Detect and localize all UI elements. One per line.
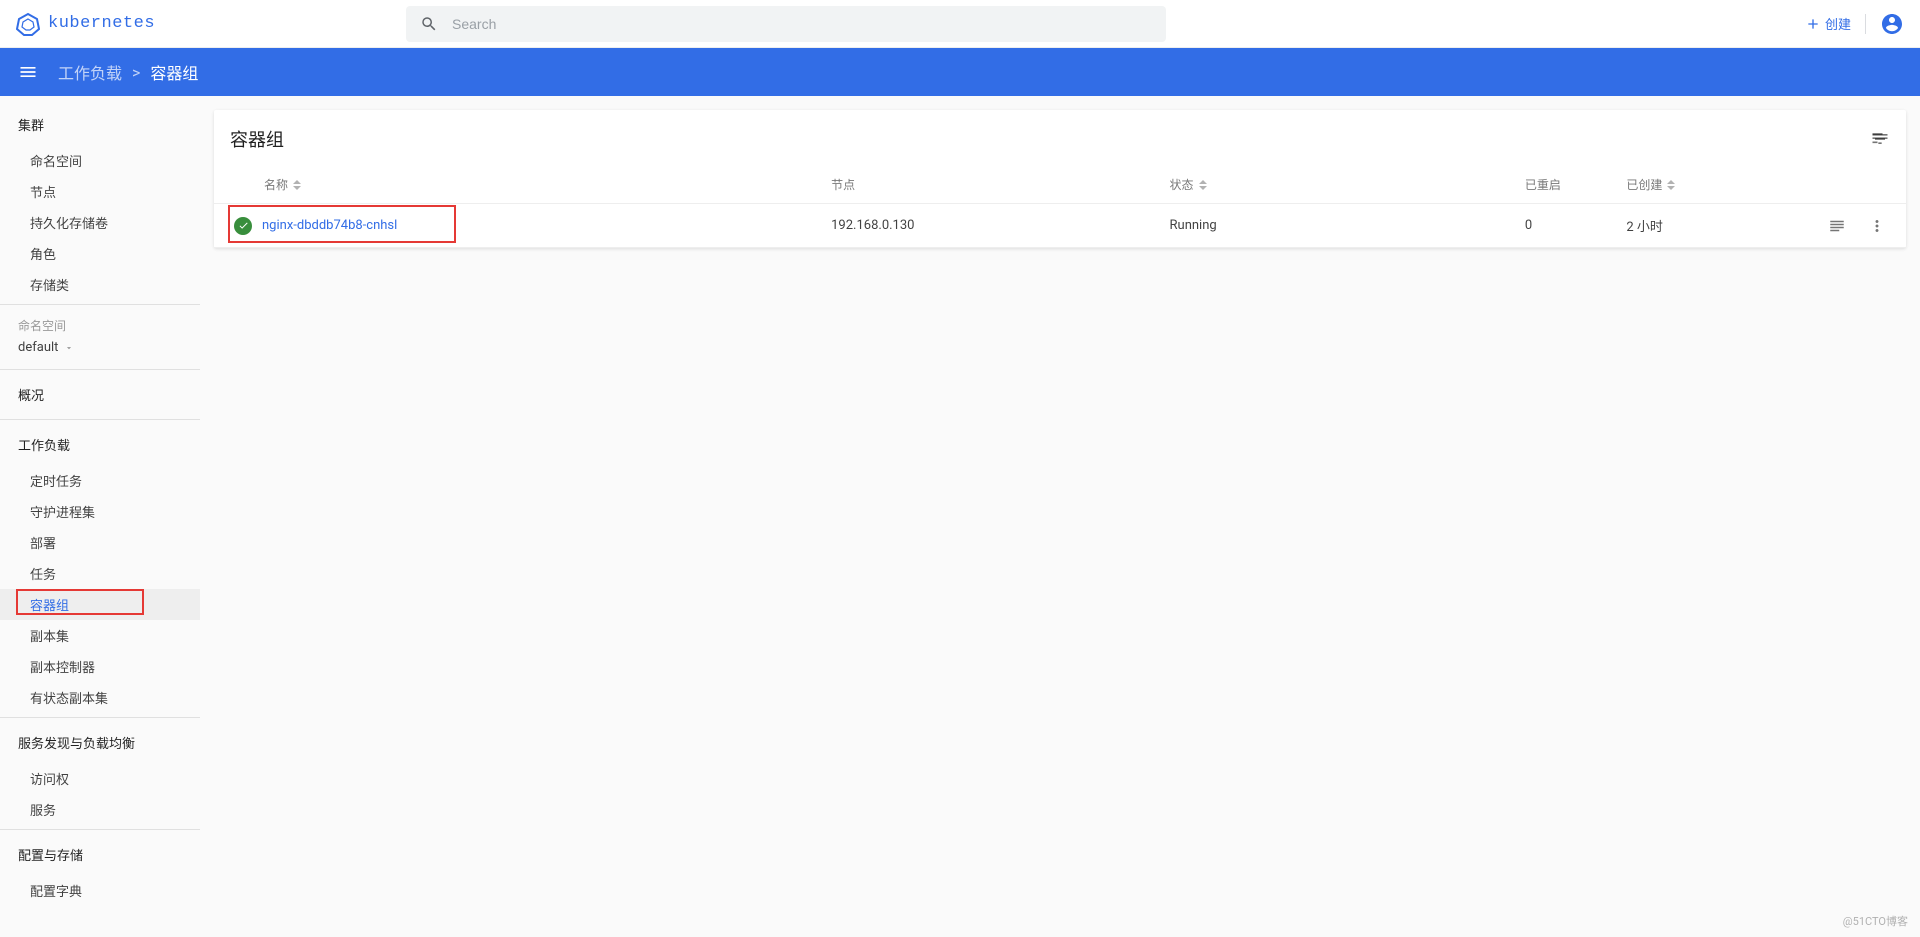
kubernetes-logo-icon	[16, 12, 40, 36]
breadcrumb-current: 容器组	[150, 60, 198, 84]
col-label: 已重启	[1525, 178, 1561, 192]
col-header-actions	[1771, 166, 1906, 204]
more-vert-icon[interactable]	[1868, 217, 1886, 235]
sidebar-item-jobs[interactable]: 任务	[0, 558, 200, 589]
col-header-created[interactable]: 已创建	[1618, 166, 1770, 204]
col-label: 节点	[831, 178, 855, 192]
col-label: 状态	[1170, 178, 1194, 192]
sidebar-divider	[0, 419, 200, 420]
cell-restarts: 0	[1517, 204, 1619, 248]
pods-table: 名称 节点 状态 已重启	[214, 166, 1906, 248]
sidebar-item-statefulsets[interactable]: 有状态副本集	[0, 682, 200, 713]
sidebar-section-overview[interactable]: 概况	[0, 374, 200, 415]
search-input[interactable]	[452, 16, 1152, 32]
sidebar: 集群 命名空间 节点 持久化存储卷 角色 存储类 命名空间 default 概况…	[0, 96, 200, 937]
row-name-cell: nginx-dbddb74b8-cnhsl	[222, 217, 815, 235]
namespace-label: 命名空间	[0, 309, 200, 334]
create-button[interactable]: 创建	[1805, 14, 1851, 33]
plus-icon	[1805, 16, 1821, 32]
sidebar-divider	[0, 369, 200, 370]
logo-text: kubernetes	[48, 14, 155, 33]
sidebar-item-roles[interactable]: 角色	[0, 238, 200, 269]
card-header: 容器组	[214, 110, 1906, 166]
sidebar-section-workloads[interactable]: 工作负载	[0, 424, 200, 465]
main-content: 容器组 名称 节点 状态	[200, 96, 1920, 937]
header-right: 创建	[1805, 12, 1904, 36]
sort-icon	[293, 179, 301, 193]
search-icon	[420, 15, 438, 33]
content-container: 集群 命名空间 节点 持久化存储卷 角色 存储类 命名空间 default 概况…	[0, 96, 1920, 937]
sidebar-divider	[0, 829, 200, 830]
sidebar-section-discovery[interactable]: 服务发现与负载均衡	[0, 722, 200, 763]
card-title: 容器组	[230, 126, 284, 152]
sidebar-item-namespaces[interactable]: 命名空间	[0, 145, 200, 176]
filter-icon[interactable]	[1870, 129, 1890, 149]
sidebar-item-storageclass[interactable]: 存储类	[0, 269, 200, 300]
sidebar-item-deployments[interactable]: 部署	[0, 527, 200, 558]
sort-icon	[1667, 179, 1675, 193]
col-label: 名称	[264, 178, 288, 192]
cell-status: Running	[1162, 204, 1517, 248]
logo-container[interactable]: kubernetes	[16, 12, 406, 36]
sidebar-item-ingress[interactable]: 访问权	[0, 763, 200, 794]
breadcrumb-parent[interactable]: 工作负载	[58, 60, 122, 84]
col-header-restarts[interactable]: 已重启	[1517, 166, 1619, 204]
sidebar-item-replicasets[interactable]: 副本集	[0, 620, 200, 651]
col-header-node[interactable]: 节点	[823, 166, 1161, 204]
sidebar-divider	[0, 304, 200, 305]
breadcrumb-bar: 工作负载 > 容器组	[0, 48, 1920, 96]
sidebar-item-configmaps[interactable]: 配置字典	[0, 875, 200, 906]
namespace-value: default	[18, 340, 58, 355]
sidebar-item-services[interactable]: 服务	[0, 794, 200, 825]
table-row[interactable]: nginx-dbddb74b8-cnhsl 192.168.0.130 Runn…	[214, 204, 1906, 248]
dropdown-icon	[64, 343, 74, 353]
user-icon[interactable]	[1880, 12, 1904, 36]
cell-node: 192.168.0.130	[823, 204, 1161, 248]
row-actions	[1779, 217, 1898, 235]
sidebar-item-pv[interactable]: 持久化存储卷	[0, 207, 200, 238]
watermark: @51CTO博客	[1843, 913, 1908, 929]
menu-icon[interactable]	[18, 62, 38, 82]
search-container[interactable]	[406, 6, 1166, 42]
sidebar-item-cronjobs[interactable]: 定时任务	[0, 465, 200, 496]
namespace-select[interactable]: default	[0, 334, 200, 365]
breadcrumb-separator: >	[132, 63, 140, 82]
col-header-name[interactable]: 名称	[214, 166, 823, 204]
col-label: 已创建	[1626, 178, 1662, 192]
create-label: 创建	[1825, 14, 1851, 33]
sort-icon	[1199, 179, 1207, 193]
sidebar-item-pods[interactable]: 容器组	[0, 589, 200, 620]
header-divider	[1865, 14, 1866, 34]
sidebar-item-nodes[interactable]: 节点	[0, 176, 200, 207]
status-ok-icon	[234, 217, 252, 235]
sidebar-item-replicationcontrollers[interactable]: 副本控制器	[0, 651, 200, 682]
sidebar-section-config[interactable]: 配置与存储	[0, 834, 200, 875]
sidebar-item-label: 容器组	[30, 599, 69, 614]
col-header-status[interactable]: 状态	[1162, 166, 1517, 204]
logs-icon[interactable]	[1828, 217, 1846, 235]
sidebar-item-daemonsets[interactable]: 守护进程集	[0, 496, 200, 527]
pods-card: 容器组 名称 节点 状态	[214, 110, 1906, 248]
pod-name-link[interactable]: nginx-dbddb74b8-cnhsl	[262, 218, 397, 233]
breadcrumb: 工作负载 > 容器组	[58, 60, 198, 84]
cell-created: 2 小时	[1618, 204, 1770, 248]
top-header: kubernetes 创建	[0, 0, 1920, 48]
sidebar-section-cluster[interactable]: 集群	[0, 104, 200, 145]
table-header-row: 名称 节点 状态 已重启	[214, 166, 1906, 204]
sidebar-divider	[0, 717, 200, 718]
